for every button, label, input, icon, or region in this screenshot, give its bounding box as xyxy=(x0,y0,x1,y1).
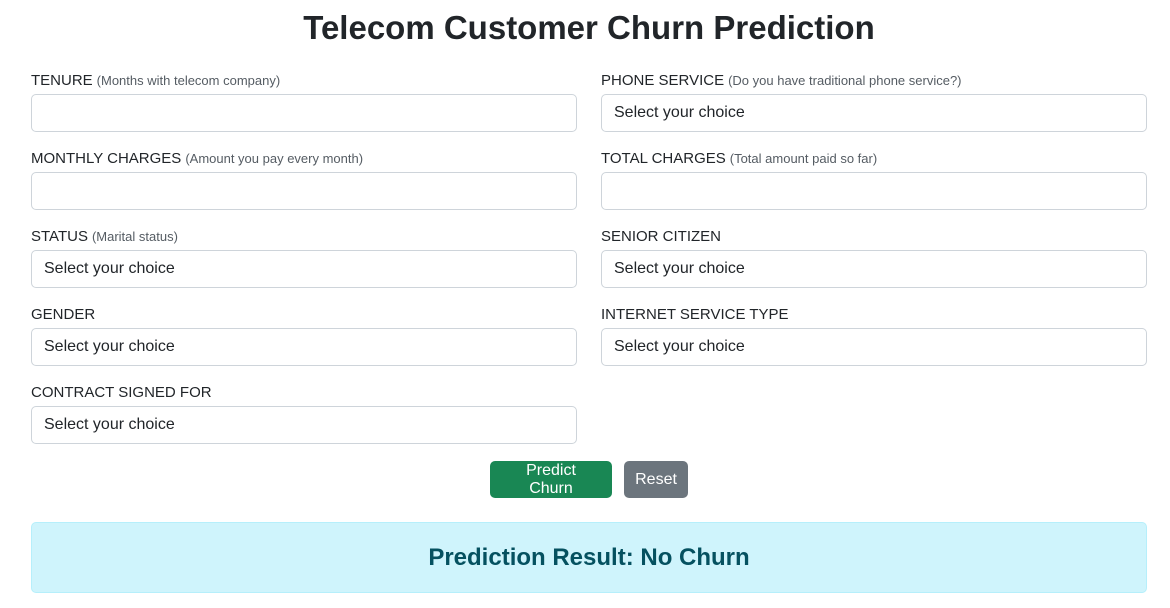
tenure-label: TENURE (Months with telecom company) xyxy=(31,70,577,92)
page-title: Telecom Customer Churn Prediction xyxy=(303,9,875,46)
phone-service-field-group: PHONE SERVICE (Do you have traditional ph… xyxy=(601,70,1147,132)
monthly-charges-hint: (Amount you pay every month) xyxy=(185,151,364,166)
internet-service-label: INTERNET SERVICE TYPE xyxy=(601,304,1147,326)
contract-field-group: CONTRACT SIGNED FOR Select your choice xyxy=(31,382,577,444)
contract-select[interactable]: Select your choice xyxy=(31,406,577,444)
status-hint: (Marital status) xyxy=(91,229,178,244)
total-charges-field-group: TOTAL CHARGES (Total amount paid so far) xyxy=(601,148,1147,210)
internet-service-select[interactable]: Select your choice xyxy=(601,328,1147,366)
gender-label-text: GENDER xyxy=(31,306,96,323)
status-field-group: STATUS (Marital status) Select your choic… xyxy=(31,226,577,288)
total-charges-input[interactable] xyxy=(601,172,1147,210)
status-label: STATUS (Marital status) xyxy=(31,226,577,248)
phone-service-select[interactable]: Select your choice xyxy=(601,94,1147,132)
tenure-field-group: TENURE (Months with telecom company) xyxy=(31,70,577,132)
predict-churn-button[interactable]: Predict Churn xyxy=(490,461,612,498)
monthly-charges-input[interactable] xyxy=(31,172,577,210)
monthly-charges-label-text: MONTHLY CHARGES xyxy=(31,150,182,167)
tenure-hint: (Months with telecom company) xyxy=(96,73,281,88)
total-charges-label: TOTAL CHARGES (Total amount paid so far) xyxy=(601,148,1147,170)
monthly-charges-field-group: MONTHLY CHARGES (Amount you pay every mon… xyxy=(31,148,577,210)
internet-service-field-group: INTERNET SERVICE TYPE Select your choice xyxy=(601,304,1147,366)
reset-button[interactable]: Reset xyxy=(624,461,688,498)
senior-citizen-label: SENIOR CITIZEN xyxy=(601,226,1147,248)
form-actions: Predict Churn Reset xyxy=(0,461,1170,498)
gender-field-group: GENDER Select your choice xyxy=(31,304,577,366)
total-charges-hint: (Total amount paid so far) xyxy=(729,151,878,166)
senior-citizen-select[interactable]: Select your choice xyxy=(601,250,1147,288)
contract-label-text: CONTRACT SIGNED FOR xyxy=(31,384,212,401)
senior-citizen-label-text: SENIOR CITIZEN xyxy=(601,228,722,245)
tenure-label-text: TENURE xyxy=(31,72,93,89)
gender-label: GENDER xyxy=(31,304,577,326)
gender-select[interactable]: Select your choice xyxy=(31,328,577,366)
phone-service-label: PHONE SERVICE (Do you have traditional ph… xyxy=(601,70,1147,92)
churn-form: TENURE (Months with telecom company) PHON… xyxy=(31,70,1147,444)
total-charges-label-text: TOTAL CHARGES xyxy=(601,150,726,167)
phone-service-label-text: PHONE SERVICE xyxy=(601,72,725,89)
senior-citizen-field-group: SENIOR CITIZEN Select your choice xyxy=(601,226,1147,288)
tenure-input[interactable] xyxy=(31,94,577,132)
monthly-charges-label: MONTHLY CHARGES (Amount you pay every mon… xyxy=(31,148,577,170)
prediction-result-alert: Prediction Result: No Churn xyxy=(31,522,1147,593)
status-label-text: STATUS xyxy=(31,228,88,245)
contract-label: CONTRACT SIGNED FOR xyxy=(31,382,577,404)
phone-service-hint: (Do you have traditional phone service?) xyxy=(728,73,962,88)
status-select[interactable]: Select your choice xyxy=(31,250,577,288)
prediction-result-text: Prediction Result: No Churn xyxy=(428,543,750,571)
internet-service-label-text: INTERNET SERVICE TYPE xyxy=(601,306,789,323)
